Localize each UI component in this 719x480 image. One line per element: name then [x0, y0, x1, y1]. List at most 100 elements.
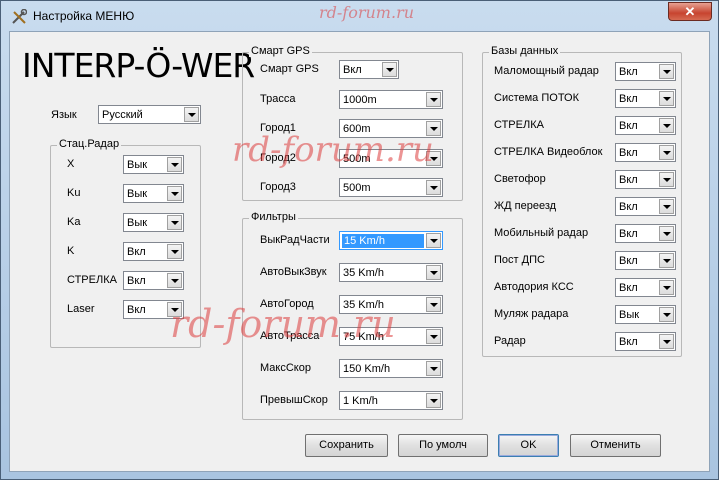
filters-label: ВыкРадЧасти [260, 234, 330, 246]
filters-value: 15 Km/h [342, 234, 424, 248]
chevron-down-icon[interactable] [426, 91, 441, 107]
databases-select[interactable]: Вкл [615, 332, 676, 351]
chevron-down-icon[interactable] [426, 361, 441, 376]
close-button[interactable]: ✕ [668, 2, 712, 21]
databases-select[interactable]: Вкл [615, 62, 676, 81]
watermark-middle: rd-forum.ru [232, 130, 434, 170]
databases-value: Вкл [619, 282, 638, 294]
databases-value: Вкл [619, 336, 638, 348]
cancel-button[interactable]: Отменить [570, 434, 661, 457]
window-title: Настройка МЕНЮ [33, 9, 135, 23]
settings-window: Настройка МЕНЮ ✕ rd-forum.ru INTERP-Ö-WE… [0, 0, 719, 480]
databases-value: Вкл [619, 66, 638, 78]
stat-radar-select[interactable]: Вык [123, 213, 184, 232]
chevron-down-icon[interactable] [426, 265, 441, 280]
language-select[interactable]: Русский [98, 105, 201, 124]
stat-radar-value: Вык [127, 217, 148, 229]
stat-radar-label: K [67, 245, 75, 257]
databases-label: Пост ДПС [494, 254, 545, 266]
databases-label: Радар [494, 335, 526, 347]
chevron-down-icon[interactable] [659, 280, 674, 295]
chevron-down-icon[interactable] [659, 199, 674, 214]
smart-gps-value: 500m [343, 182, 371, 194]
databases-select[interactable]: Вкл [615, 143, 676, 162]
dialog-content: INTERP-Ö-WER Язык Русский Стац.Радар X Вы… [9, 31, 710, 472]
chevron-down-icon[interactable] [659, 91, 674, 106]
smart-gps-label: Город3 [260, 181, 296, 193]
watermark-top: rd-forum.ru [319, 3, 415, 22]
chevron-down-icon[interactable] [426, 393, 441, 408]
databases-select[interactable]: Вкл [615, 278, 676, 297]
databases-title: Базы данных [489, 45, 561, 57]
stat-radar-label: Laser [67, 303, 95, 315]
chevron-down-icon[interactable] [659, 226, 674, 241]
chevron-down-icon[interactable] [426, 233, 441, 248]
smart-gps-select[interactable]: 1000m [339, 89, 443, 109]
databases-select[interactable]: Вкл [615, 197, 676, 216]
chevron-down-icon[interactable] [426, 180, 441, 195]
chevron-down-icon[interactable] [659, 145, 674, 160]
databases-value: Вкл [619, 255, 638, 267]
stat-radar-label: Ka [67, 216, 81, 228]
stat-radar-title: Стац.Радар [57, 138, 122, 150]
databases-label: Муляж радара [494, 308, 569, 320]
filters-select[interactable]: 15 Km/h [339, 231, 443, 250]
stat-radar-value: Вык [127, 188, 148, 200]
watermark-bottom: rd-forum.ru [170, 302, 396, 346]
chevron-down-icon[interactable] [167, 215, 182, 230]
databases-value: Вкл [619, 174, 638, 186]
stat-radar-select[interactable]: Вык [123, 155, 184, 174]
databases-select[interactable]: Вкл [615, 89, 676, 108]
ok-button[interactable]: OK [498, 434, 559, 457]
stat-radar-select[interactable]: Вкл [123, 271, 184, 290]
smart-gps-select[interactable]: 500m [339, 178, 443, 197]
chevron-down-icon[interactable] [659, 64, 674, 79]
chevron-down-icon[interactable] [659, 118, 674, 133]
filters-value: 1 Km/h [343, 395, 378, 407]
smart-gps-value: 1000m [343, 93, 377, 106]
databases-label: СТРЕЛКА Видеоблок [494, 146, 603, 158]
databases-select[interactable]: Вкл [615, 116, 676, 135]
chevron-down-icon[interactable] [659, 253, 674, 268]
databases-select[interactable]: Вкл [615, 170, 676, 189]
chevron-down-icon[interactable] [659, 307, 674, 322]
chevron-down-icon[interactable] [382, 62, 397, 77]
databases-value: Вкл [619, 228, 638, 240]
databases-label: ЖД переезд [494, 200, 557, 212]
filters-select[interactable]: 35 Km/h [339, 263, 443, 282]
databases-value: Вкл [619, 93, 638, 105]
filters-select[interactable]: 150 Km/h [339, 359, 443, 378]
chevron-down-icon[interactable] [426, 297, 441, 312]
smart-gps-title: Смарт GPS [249, 45, 312, 57]
databases-label: Мобильный радар [494, 227, 589, 239]
stat-radar-value: Вык [127, 159, 148, 171]
save-button[interactable]: Сохранить [305, 434, 388, 457]
stat-radar-select[interactable]: Вык [123, 184, 184, 203]
language-label: Язык [51, 109, 77, 121]
filters-label: ПревышСкор [260, 394, 328, 406]
defaults-button[interactable]: По умолч [398, 434, 488, 457]
chevron-down-icon[interactable] [184, 107, 199, 122]
databases-value: Вкл [619, 120, 638, 132]
chevron-down-icon[interactable] [167, 157, 182, 172]
databases-select[interactable]: Вык [615, 305, 676, 324]
chevron-down-icon[interactable] [167, 186, 182, 201]
filters-select[interactable]: 1 Km/h [339, 391, 443, 410]
filters-value: 35 Km/h [343, 267, 384, 279]
chevron-down-icon[interactable] [167, 273, 182, 288]
chevron-down-icon[interactable] [426, 329, 441, 344]
databases-select[interactable]: Вкл [615, 224, 676, 243]
smart-gps-select[interactable]: Вкл [339, 60, 399, 79]
databases-label: Автодория КСС [494, 281, 574, 293]
chevron-down-icon[interactable] [659, 172, 674, 187]
chevron-down-icon[interactable] [167, 244, 182, 259]
databases-select[interactable]: Вкл [615, 251, 676, 270]
stat-radar-label: X [67, 158, 75, 170]
databases-value: Вык [619, 309, 640, 321]
smart-gps-label: Трасса [260, 92, 296, 105]
filters-title: Фильтры [249, 211, 298, 223]
stat-radar-select[interactable]: Вкл [123, 242, 184, 261]
language-value: Русский [102, 109, 143, 121]
chevron-down-icon[interactable] [659, 334, 674, 349]
databases-label: СТРЕЛКА [494, 119, 544, 131]
